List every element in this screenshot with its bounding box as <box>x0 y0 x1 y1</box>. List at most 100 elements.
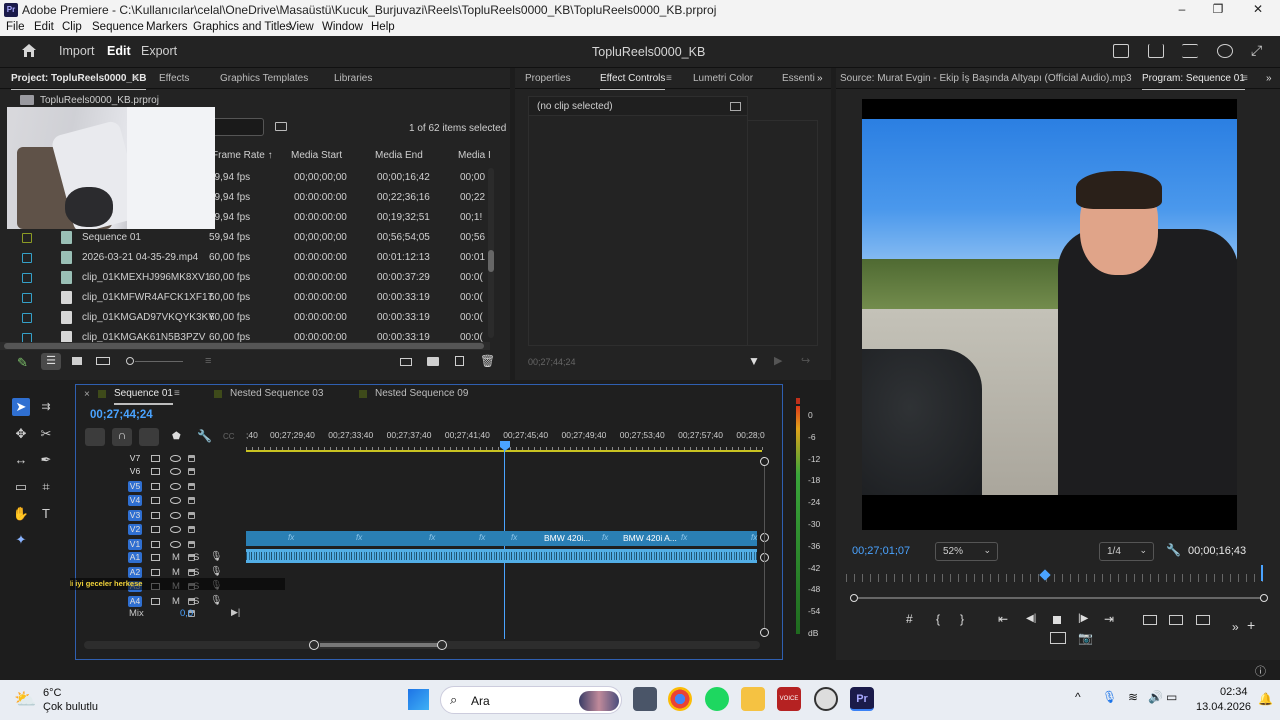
captions-icon[interactable]: CC <box>223 432 235 441</box>
project-hscrollbar[interactable] <box>0 342 490 350</box>
scroll-handle[interactable] <box>760 457 769 466</box>
snap-icon[interactable]: ∩ <box>112 428 132 446</box>
pen-tool-icon[interactable]: ✒ <box>37 451 55 469</box>
nest-toggle-icon[interactable] <box>85 428 105 446</box>
solo-button[interactable]: S <box>193 552 199 563</box>
fx-badge[interactable]: fx <box>356 533 362 542</box>
panel-layout-icon[interactable] <box>1113 44 1129 58</box>
video-track-header[interactable]: V5 <box>76 480 246 493</box>
tab-libraries[interactable]: Libraries <box>334 73 372 84</box>
premiere-taskbar-icon[interactable]: Pr <box>850 687 874 711</box>
ripple-edit-tool-icon[interactable]: ✥ <box>12 425 30 443</box>
lock-icon[interactable] <box>188 511 195 519</box>
video-frame[interactable] <box>862 99 1237 530</box>
video-track-header[interactable]: V1 <box>76 538 246 551</box>
track-label[interactable]: A4 <box>128 595 142 607</box>
video-track-header[interactable]: V2 <box>76 523 246 536</box>
sync-lock-icon[interactable] <box>151 554 160 561</box>
mute-button[interactable]: M <box>172 567 180 578</box>
play-audio-icon[interactable]: ▶ <box>774 354 782 367</box>
track-label[interactable]: V2 <box>128 524 142 535</box>
ai-tool-icon[interactable]: ✦ <box>12 531 30 549</box>
export-frame-icon[interactable] <box>1196 615 1210 625</box>
tab-nested-sequence-09[interactable]: Nested Sequence 09 <box>375 388 468 399</box>
step-back-icon[interactable]: ◀| <box>1026 613 1036 624</box>
lock-icon[interactable] <box>188 455 195 462</box>
more-tabs-chevron-icon[interactable]: » <box>1266 73 1272 84</box>
tab-nested-sequence-03[interactable]: Nested Sequence 03 <box>230 388 323 399</box>
sync-lock-icon[interactable] <box>151 455 160 462</box>
project-row[interactable]: clip_01KMFWR4AFCK1XF17 60,00 fps 00:00:00:… <box>0 288 488 308</box>
solo-button[interactable]: S <box>193 567 199 578</box>
video-track-header[interactable]: V4 <box>76 494 246 507</box>
label-color-swatch[interactable] <box>22 273 32 283</box>
eye-icon[interactable] <box>170 455 181 462</box>
bin-icon[interactable] <box>275 122 287 131</box>
label-color-swatch[interactable] <box>22 253 32 263</box>
taskbar-search[interactable]: ⌕ Ara <box>440 686 622 714</box>
menu-edit[interactable]: Edit <box>34 21 54 33</box>
eye-icon[interactable] <box>170 482 181 490</box>
razor-tool-icon[interactable]: ✂ <box>37 425 55 443</box>
trash-icon[interactable]: 🗑 <box>480 354 495 368</box>
menu-view[interactable]: View <box>289 21 314 33</box>
col-media-end[interactable]: Media End <box>375 150 423 161</box>
info-icon[interactable]: ⓘ <box>1255 663 1266 679</box>
maximize-button[interactable]: ❐ <box>1208 2 1228 18</box>
clock-time[interactable]: 02:34 <box>1220 686 1248 698</box>
sync-lock-icon[interactable] <box>151 511 160 519</box>
project-scrollbar[interactable] <box>488 168 494 338</box>
eye-icon[interactable] <box>170 526 181 533</box>
extract-icon[interactable] <box>1169 615 1183 625</box>
lock-icon[interactable] <box>188 482 195 490</box>
quality-select[interactable]: 1/4 ⌄ <box>1099 542 1154 561</box>
add-marker-icon[interactable]: # <box>906 612 913 626</box>
go-to-in-icon[interactable]: ⇤ <box>998 612 1008 626</box>
toggle-timeline-icon[interactable] <box>730 102 741 111</box>
rectangle-tool-icon[interactable]: ▭ <box>12 478 30 496</box>
sync-lock-icon[interactable] <box>151 526 160 533</box>
voicemeeter-icon[interactable]: VOICE <box>777 687 801 711</box>
lock-icon[interactable] <box>188 468 195 475</box>
linked-selection-icon[interactable] <box>139 428 159 446</box>
go-to-end-icon[interactable]: ▶| <box>231 607 240 618</box>
lock-icon[interactable] <box>188 497 195 504</box>
selection-tool-icon[interactable]: ➤ <box>12 398 30 416</box>
menu-file[interactable]: File <box>6 21 25 33</box>
fx-badge[interactable]: fx <box>751 533 757 542</box>
tab-graphics-templates[interactable]: Graphics Templates <box>220 73 308 84</box>
video-track-header[interactable]: V7 <box>76 452 246 465</box>
more-tabs-chevron-icon[interactable]: » <box>817 73 823 84</box>
tab-essential[interactable]: Essenti <box>782 73 815 84</box>
new-item-icon[interactable] <box>455 356 464 366</box>
hand-tool-icon[interactable]: ✋ <box>12 505 30 523</box>
automate-icon[interactable] <box>400 358 412 366</box>
tab-lumetri-color[interactable]: Lumetri Color <box>693 73 753 84</box>
menu-graphics[interactable]: Graphics and Titles <box>193 21 291 33</box>
fx-badge[interactable]: fx <box>602 533 608 542</box>
crop-tool-icon[interactable]: ⌗ <box>37 478 55 496</box>
tab-sequence-01[interactable]: Sequence 01 <box>114 388 173 405</box>
type-tool-icon[interactable]: T <box>37 505 55 523</box>
solo-button[interactable]: S <box>193 596 199 607</box>
eye-icon[interactable] <box>170 497 181 504</box>
scroll-handle[interactable] <box>760 628 769 637</box>
minimize-button[interactable]: – <box>1172 2 1192 18</box>
project-row[interactable]: clip_01KMEXHJ996MK8XV1 60,00 fps 00:00:00:… <box>0 268 488 288</box>
camera-icon[interactable]: 📷 <box>1078 631 1093 645</box>
audio-clip-a1[interactable] <box>246 549 757 563</box>
col-media-start[interactable]: Media Start <box>291 150 342 161</box>
comparison-view-icon[interactable] <box>1050 632 1066 644</box>
panel-menu-icon[interactable]: ≡ <box>174 388 180 399</box>
track-label[interactable]: V7 <box>128 453 142 464</box>
tab-program[interactable]: Program: Sequence 01 <box>1142 73 1245 90</box>
eye-icon[interactable] <box>170 540 181 548</box>
project-row[interactable]: Sequence 01 59,94 fps 00;00;00;00 00;56;54;… <box>0 228 488 248</box>
wrench-icon[interactable]: 🔧 <box>197 429 212 443</box>
wifi-icon[interactable]: ≋ <box>1128 690 1138 704</box>
fx-badge[interactable]: fx <box>511 533 517 542</box>
file-explorer-icon[interactable] <box>741 687 765 711</box>
workspaces-menu-icon[interactable] <box>1182 44 1198 58</box>
timeline-hscrollbar[interactable] <box>84 640 760 650</box>
audio-track-header[interactable]: A4 M S 🎙 <box>76 595 246 608</box>
